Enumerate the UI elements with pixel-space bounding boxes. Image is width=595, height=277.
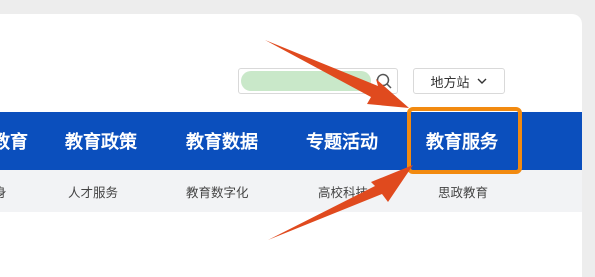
search-icon[interactable] xyxy=(375,72,393,90)
sub-nav: 身 人才服务 教育数字化 高校科技 思政教育 xyxy=(0,170,582,212)
subnav-item-ideology[interactable]: 思政教育 xyxy=(438,170,488,212)
highlight-box xyxy=(407,107,522,174)
chevron-down-icon xyxy=(476,75,488,87)
region-select-label: 地方站 xyxy=(430,72,469,91)
nav-item-data[interactable]: 教育数据 xyxy=(186,112,258,170)
search-input-highlight xyxy=(241,71,371,91)
subnav-item-partial[interactable]: 身 xyxy=(0,170,7,212)
subnav-item-tech[interactable]: 高校科技 xyxy=(318,170,368,212)
nav-item-topics[interactable]: 专题活动 xyxy=(306,112,378,170)
subnav-item-digital[interactable]: 教育数字化 xyxy=(186,170,249,212)
nav-item-education[interactable]: 教育 xyxy=(0,112,28,170)
subnav-item-talent[interactable]: 人才服务 xyxy=(68,170,118,212)
region-select-button[interactable]: 地方站 xyxy=(413,68,505,94)
search-input[interactable] xyxy=(238,68,398,94)
nav-item-policy[interactable]: 教育政策 xyxy=(65,112,137,170)
